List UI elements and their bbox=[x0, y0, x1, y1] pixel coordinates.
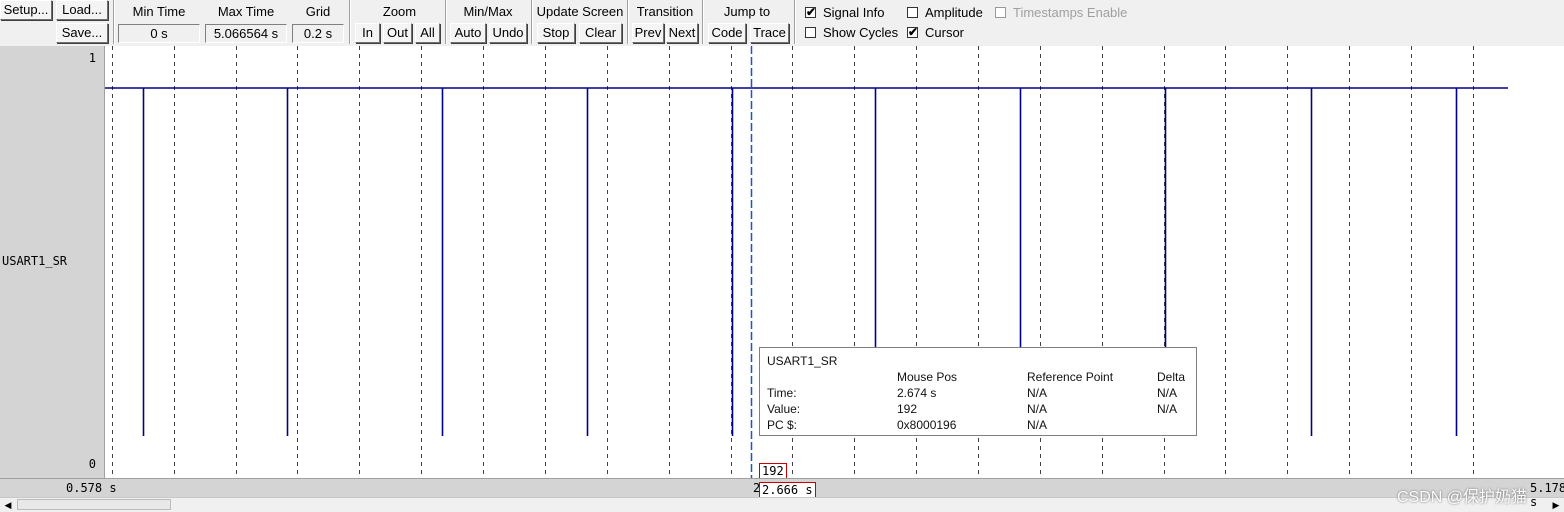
min-time-field: 0 s bbox=[118, 24, 200, 43]
tooltip-row-delta: N/A bbox=[1157, 402, 1178, 416]
scroll-left-arrow-icon[interactable]: ◀ bbox=[0, 498, 16, 512]
transition-next-button[interactable]: Next bbox=[666, 23, 698, 43]
amplitude-label: Amplitude bbox=[925, 5, 983, 20]
update-stop-button[interactable]: Stop bbox=[537, 23, 575, 43]
amplitude-box: ✔ bbox=[907, 7, 918, 18]
cursor-label: Cursor bbox=[925, 25, 965, 40]
toolbar: Setup... Load... Save... Min Time 0 s Ma… bbox=[0, 0, 1564, 46]
timestamps-enable-label: Timestamps Enable bbox=[1013, 5, 1128, 20]
check-mark-icon: ✔ bbox=[806, 5, 817, 19]
zoom-out-button[interactable]: Out bbox=[383, 23, 412, 43]
tooltip-row-ref: N/A bbox=[1027, 418, 1048, 432]
tooltip-row-label: Time: bbox=[767, 386, 797, 400]
cursor-time-box: 2.666 s bbox=[759, 482, 816, 498]
signal-min-label: 0 bbox=[88, 457, 96, 471]
tooltip-row-mouse: 192 bbox=[897, 402, 918, 416]
signal-info-label: Signal Info bbox=[823, 5, 885, 20]
toolbar-separator bbox=[702, 0, 704, 44]
tooltip-col-delta: Delta bbox=[1157, 370, 1186, 384]
toolbar-separator bbox=[531, 0, 533, 44]
jump-code-button[interactable]: Code bbox=[708, 23, 746, 43]
tooltip-row-ref: N/A bbox=[1027, 402, 1048, 416]
grid-title: Grid bbox=[305, 4, 331, 19]
cursor-box-check: ✔ bbox=[907, 25, 919, 39]
timestamps-enable-box: ✔ bbox=[995, 7, 1006, 18]
tooltip-col-mouse-pos: Mouse Pos bbox=[897, 370, 958, 384]
setup-button[interactable]: Setup... bbox=[0, 0, 52, 20]
toolbar-separator bbox=[113, 0, 115, 44]
signal-name-panel: 1 USART1_SR 0 bbox=[0, 46, 105, 478]
cursor-value-box: 192 bbox=[759, 463, 787, 479]
transition-prev-button[interactable]: Prev bbox=[632, 23, 664, 43]
load-button[interactable]: Load... bbox=[56, 0, 108, 20]
jump-trace-button[interactable]: Trace bbox=[750, 23, 789, 43]
toolbar-separator bbox=[445, 0, 447, 44]
axis-start-label: 0.578 s bbox=[66, 481, 117, 495]
horizontal-scrollbar[interactable]: ◀ ▶ bbox=[0, 497, 1564, 512]
axis-end-label: 5.178 s bbox=[1530, 481, 1564, 509]
transition-title: Transition bbox=[636, 4, 694, 19]
watermark: CSDN @保护奶猫 bbox=[1397, 489, 1528, 506]
signal-info-tooltip: USART1_SR Mouse Pos Reference Point Delt… bbox=[759, 347, 1197, 436]
minmax-auto-button[interactable]: Auto bbox=[450, 23, 486, 43]
toolbar-separator bbox=[794, 0, 796, 44]
minmax-undo-button[interactable]: Undo bbox=[489, 23, 527, 43]
signal-max-label: 1 bbox=[88, 51, 96, 65]
grid-field: 0.2 s bbox=[292, 24, 344, 43]
toolbar-separator bbox=[349, 0, 351, 44]
save-button[interactable]: Save... bbox=[56, 23, 108, 43]
check-mark-icon: ✔ bbox=[908, 25, 919, 39]
min-time-title: Min Time bbox=[132, 4, 186, 19]
jump-to-title: Jump to bbox=[723, 4, 771, 19]
toolbar-separator bbox=[627, 0, 629, 44]
signal-info-box: ✔ bbox=[805, 5, 817, 19]
show-cycles-box: ✔ bbox=[805, 27, 816, 38]
zoom-in-button[interactable]: In bbox=[355, 23, 380, 43]
signal-name[interactable]: USART1_SR bbox=[2, 254, 67, 268]
update-clear-button[interactable]: Clear bbox=[579, 23, 622, 43]
max-time-title: Max Time bbox=[217, 4, 275, 19]
tooltip-row-delta: N/A bbox=[1157, 386, 1178, 400]
show-cycles-label: Show Cycles bbox=[823, 25, 899, 40]
zoom-title: Zoom bbox=[382, 4, 417, 19]
tooltip-title: USART1_SR bbox=[767, 354, 838, 368]
zoom-all-button[interactable]: All bbox=[415, 23, 440, 43]
scrollbar-thumb[interactable] bbox=[17, 499, 171, 510]
tooltip-row-label: PC $: bbox=[767, 418, 798, 432]
tooltip-row-label: Value: bbox=[767, 402, 801, 416]
tooltip-row-mouse: 2.674 s bbox=[897, 386, 937, 400]
tooltip-row-ref: N/A bbox=[1027, 386, 1048, 400]
tooltip-col-reference-point: Reference Point bbox=[1027, 370, 1114, 384]
max-time-field: 5.066564 s bbox=[205, 24, 287, 43]
update-screen-title: Update Screen bbox=[536, 4, 624, 19]
minmax-title: Min/Max bbox=[463, 4, 513, 19]
tooltip-row-mouse: 0x8000196 bbox=[897, 418, 957, 432]
